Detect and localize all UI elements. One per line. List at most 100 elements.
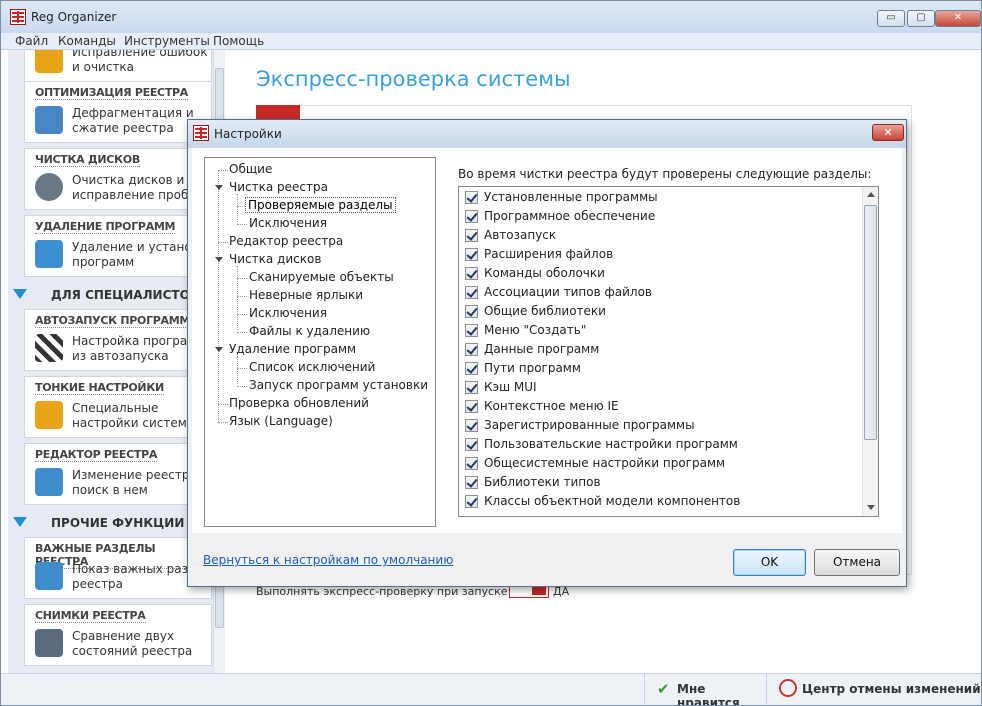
sidebar-item-registry-editor[interactable]: РЕДАКТОР РЕЕСТРА Изменение реестра и пои… [24,443,212,505]
tree-item-disk-exclusions[interactable]: Исключения [249,306,327,320]
window-title: Reg Organizer [31,10,117,24]
accent-marker [256,105,300,119]
list-item-label: Кэш MUI [484,380,537,394]
tree-item-disk-cleanup[interactable]: Чистка дисков [229,252,321,266]
undo-center-button[interactable]: Центр отмены изменений [766,674,981,704]
sidebar-item-registry-cleanup[interactable]: Исправление ошибок и очистка [24,50,212,82]
tree-item-update-check[interactable]: Проверка обновлений [229,396,369,410]
checklist-scrollbar[interactable] [862,187,878,516]
checkbox[interactable] [465,286,478,299]
tree-guide [237,266,238,330]
tree-item-registry-cleanup[interactable]: Чистка реестра [229,180,328,194]
ok-button[interactable]: OK [733,549,806,576]
list-item-label: Установленные программы [484,190,658,204]
checkbox[interactable] [465,191,478,204]
dialog-title: Настройки [214,127,282,141]
list-item-label: Общие библиотеки [484,304,606,318]
like-label: Мне нравится [677,682,740,706]
tree-branch [218,422,228,423]
checkbox[interactable] [465,305,478,318]
collapse-arrow-icon [13,517,27,527]
undo-center-icon [779,679,797,697]
tree-item-checked-sections[interactable]: Проверяемые разделы [245,197,396,213]
tree-item-run-installers[interactable]: Запуск программ установки [249,378,428,392]
title-bar: Reg Organizer ▭ ▢ ✕ [1,1,981,33]
menu-help[interactable]: Помощь [213,34,264,48]
checkbox[interactable] [465,419,478,432]
scroll-down-arrow-icon[interactable] [867,505,875,510]
sidebar-item-snapshots[interactable]: СНИМКИ РЕЕСТРА Сравнение двух состояний … [24,604,212,666]
checkbox[interactable] [465,229,478,242]
list-item-label: Меню "Создать" [484,323,587,337]
scroll-up-arrow-icon[interactable] [867,192,875,197]
sidebar-item-registry-optimization[interactable]: ОПТИМИЗАЦИЯ РЕЕСТРА Дефрагментация и сжа… [24,81,212,143]
tree-item-registry-editor[interactable]: Редактор реестра [229,234,343,248]
sections-checklist: Установленные программы Программное обес… [458,186,879,517]
list-item-label: Расширения файлов [484,247,614,261]
tree-item-uninstall[interactable]: Удаление программ [229,342,356,356]
menu-file[interactable]: Файл [15,34,48,48]
reset-defaults-link[interactable]: Вернуться к настройкам по умолчанию [203,553,453,567]
menu-commands[interactable]: Команды [58,34,116,48]
like-button[interactable]: ✔ Мне нравится [644,674,766,706]
sidebar-item-title: АВТОЗАПУСК ПРОГРАММ [35,314,191,328]
collapse-arrow-icon [13,289,27,299]
windows-tweak-icon [35,401,63,429]
tree-item-scanned-objects[interactable]: Сканируемые объекты [249,270,394,284]
tree-guide [218,170,219,422]
menu-tools[interactable]: Инструменты [124,34,210,48]
checkbox[interactable] [465,248,478,261]
section-other-functions[interactable]: ПРОЧИЕ ФУНКЦИИ [11,513,211,535]
tree-item-exclusions[interactable]: Исключения [249,216,327,230]
maximize-button[interactable]: ▢ [907,10,935,27]
expand-arrow-icon[interactable] [215,185,223,190]
tree-guide [237,194,238,222]
expand-arrow-icon[interactable] [215,257,223,262]
tree-item-broken-shortcuts[interactable]: Неверные ярлыки [249,288,363,302]
checkbox[interactable] [465,476,478,489]
page-title: Экспресс-проверка системы [256,67,571,91]
thumbs-up-icon: ✔ [657,680,670,698]
tree-branch [237,224,247,225]
checkbox[interactable] [465,457,478,470]
tree-item-exclusion-list[interactable]: Список исключений [249,360,375,374]
uninstall-icon [35,240,63,268]
tree-branch [237,278,247,279]
sections-list-label: Во время чистки реестра будут проверены … [458,167,872,181]
section-for-specialists[interactable]: ДЛЯ СПЕЦИАЛИСТОВ [11,285,211,307]
status-bar: ✔ Мне нравится Центр отмены изменений [1,673,981,705]
checkbox[interactable] [465,495,478,508]
tree-item-language[interactable]: Язык (Language) [229,414,333,428]
checkbox[interactable] [465,324,478,337]
sidebar-item-desc: Сравнение двух состояний реестра [72,629,193,658]
sidebar-item-disk-cleanup[interactable]: ЧИСТКА ДИСКОВ Очистка дисков и исправлен… [24,148,212,210]
tree-item-general[interactable]: Общие [229,162,272,176]
sidebar-item-important-keys[interactable]: ВАЖНЫЕ РАЗДЕЛЫ РЕЕСТРА Показ важных разд… [24,537,212,599]
checkbox[interactable] [465,381,478,394]
tree-item-files-to-delete[interactable]: Файлы к удалению [249,324,370,338]
close-button[interactable]: ✕ [935,10,981,27]
list-item-label: Контекстное меню IE [484,399,619,413]
checklist-scroll-thumb[interactable] [864,205,877,440]
checkbox[interactable] [465,362,478,375]
sidebar-item-tweaks[interactable]: ТОНКИЕ НАСТРОЙКИ Специальные настройки с… [24,376,212,438]
minimize-button[interactable]: ▭ [877,10,905,27]
checkbox[interactable] [465,210,478,223]
sidebar-item-uninstall[interactable]: УДАЛЕНИЕ ПРОГРАММ Удаление и установк пр… [24,215,212,277]
list-item-label: Классы объектной модели компонентов [484,494,741,508]
tree-branch [237,368,247,369]
expand-arrow-icon[interactable] [215,347,223,352]
list-item-label: Автозапуск [484,228,557,242]
checkbox[interactable] [465,438,478,451]
list-item-label: Команды оболочки [484,266,605,280]
checkbox[interactable] [465,267,478,280]
dialog-close-button[interactable]: ✕ [872,124,904,141]
important-keys-icon [35,562,63,590]
cancel-button[interactable]: Отмена [814,549,900,576]
tree-guide [237,356,238,384]
registry-editor-icon [35,468,63,496]
list-item-label: Данные программ [484,342,600,356]
sidebar-item-autostart[interactable]: АВТОЗАПУСК ПРОГРАММ Настройка программ и… [24,309,212,371]
checkbox[interactable] [465,400,478,413]
checkbox[interactable] [465,343,478,356]
